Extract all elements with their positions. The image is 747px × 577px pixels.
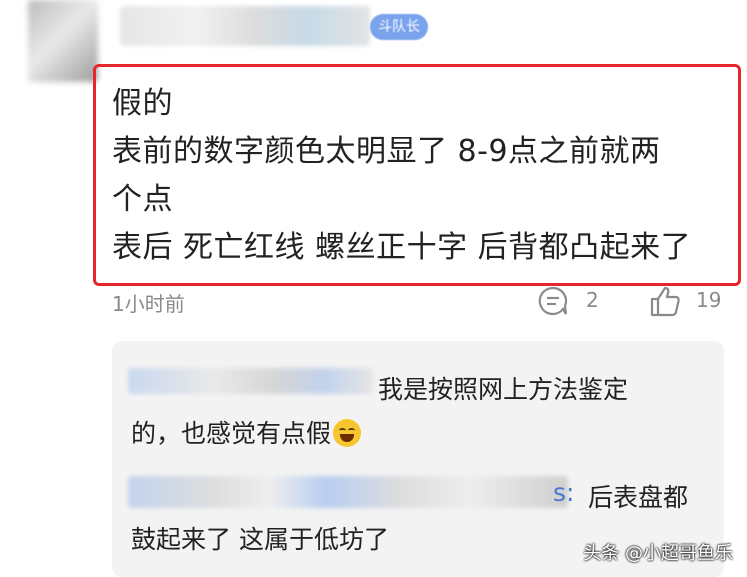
reply-2-text-line-2: 鼓起来了 这属于低坊了: [131, 525, 389, 554]
reply-count: 2: [586, 288, 599, 312]
like-count: 19: [696, 288, 722, 312]
reply-2-mention-suffix[interactable]: s:: [553, 478, 574, 507]
laugh-cry-emoji-icon: [333, 419, 362, 447]
username-blurred[interactable]: [120, 6, 370, 46]
reply-2-username-blurred[interactable]: [128, 476, 568, 508]
comment-time: 1小时前: [112, 292, 185, 316]
reply-1-text-line-2: 的，也感觉有点假: [131, 414, 362, 450]
user-badge: 斗队长: [370, 14, 428, 40]
comment-line-2: 表前的数字颜色太明显了 8-9点之前就两: [112, 134, 661, 169]
watermark: 头条 @小超哥鱼乐: [583, 543, 733, 564]
reply-1-text-line-2-content: 的，也感觉有点假: [131, 419, 332, 448]
thumbs-up-icon: [650, 286, 680, 317]
reply-1-text-line-1: 我是按照网上方法鉴定: [378, 375, 629, 404]
comment-line-1: 假的: [112, 86, 173, 121]
avatar[interactable]: [28, 0, 98, 82]
comment-line-3: 个点: [112, 182, 173, 217]
reply-2-text-line-1: 后表盘都: [588, 483, 689, 512]
like-button[interactable]: 19: [648, 284, 728, 318]
reply-1-username-blurred[interactable]: [128, 368, 373, 394]
reply-button[interactable]: 2: [536, 284, 606, 318]
comment-line-4: 表后 死亡红线 螺丝正十字 后背都凸起来了: [112, 230, 692, 265]
comment-icon: [538, 286, 568, 316]
